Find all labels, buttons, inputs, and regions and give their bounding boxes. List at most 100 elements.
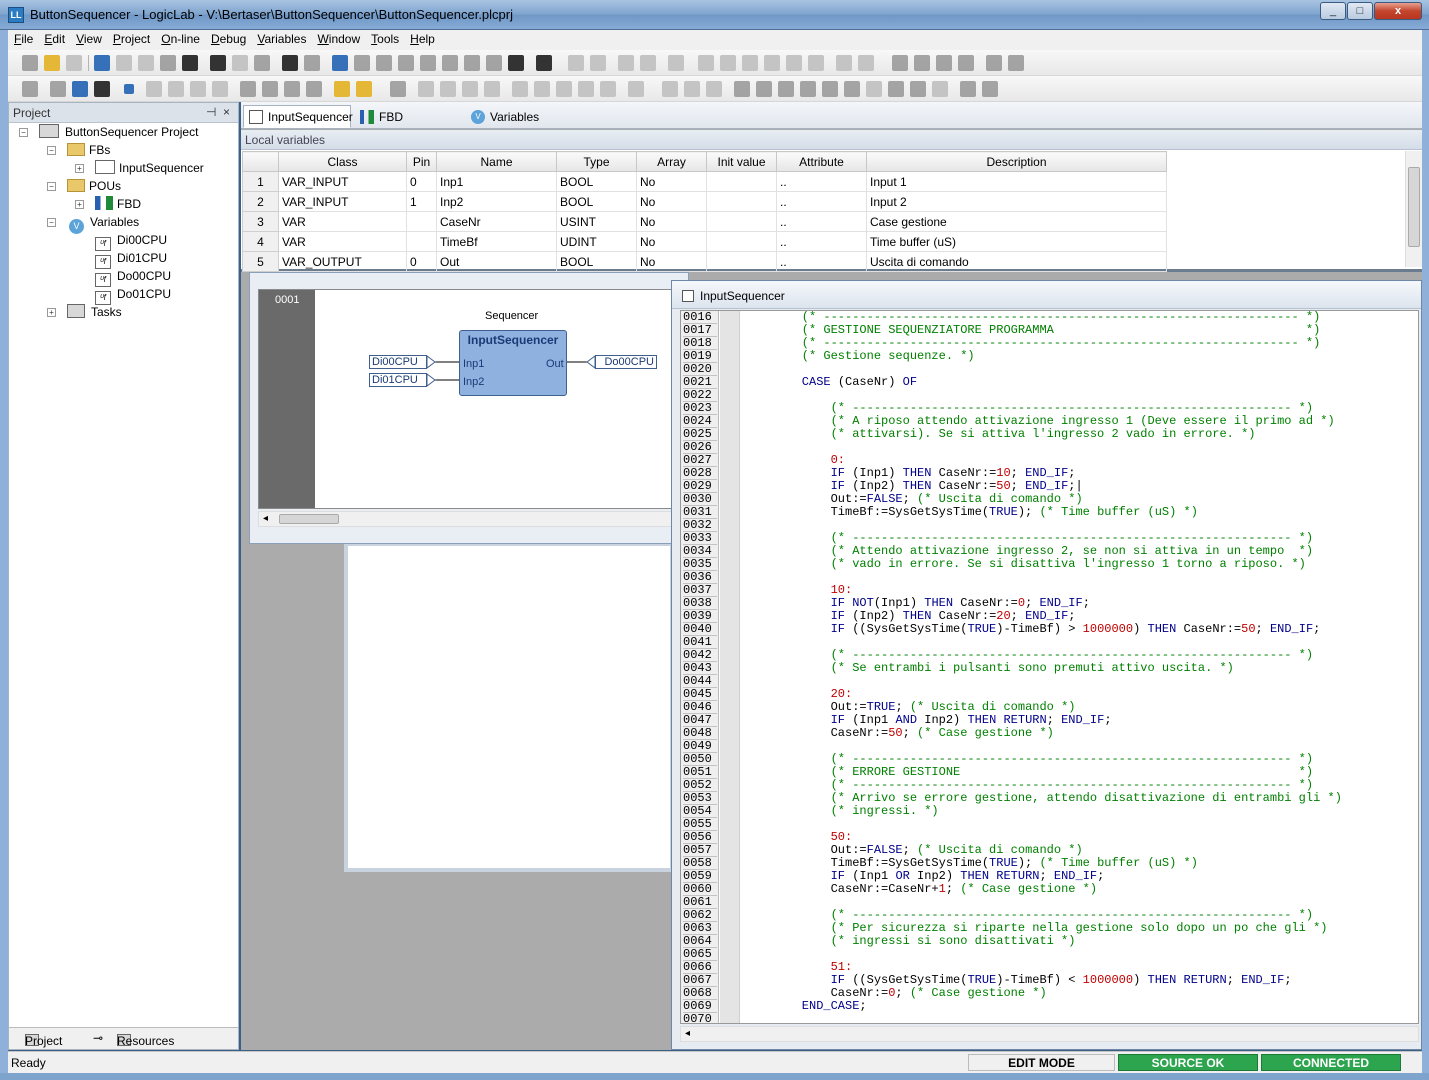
print-preview-icon[interactable] <box>304 55 320 71</box>
fbd-icon[interactable] <box>390 81 406 97</box>
tree-item-fbs[interactable]: FBs <box>67 141 110 159</box>
network-label-icon[interactable] <box>936 55 952 71</box>
cell-pin[interactable]: 0 <box>406 171 437 192</box>
download-icon[interactable] <box>94 81 110 97</box>
remove-object-icon[interactable] <box>356 81 372 97</box>
variables-scrollbar[interactable] <box>1405 151 1422 267</box>
cell-type[interactable]: BOOL <box>556 171 637 192</box>
tree-item-var[interactable]: ᵁf Do01CPU <box>95 285 171 305</box>
stop-icon[interactable] <box>124 84 134 94</box>
network-insert-icon[interactable] <box>892 55 908 71</box>
ld-return-icon[interactable] <box>858 55 874 71</box>
cell-array[interactable]: No <box>636 191 707 212</box>
replace-icon[interactable] <box>254 55 270 71</box>
undo-icon[interactable] <box>94 55 110 71</box>
ld-r-icon[interactable] <box>786 55 802 71</box>
breakpoint-icon[interactable] <box>240 81 256 97</box>
zoom-icon[interactable] <box>706 81 722 97</box>
expand-tasks-icon[interactable]: + <box>47 308 56 317</box>
cell-name[interactable]: Inp2 <box>436 191 557 212</box>
tree-item-pous[interactable]: POUs <box>67 177 121 195</box>
compile-icon[interactable] <box>22 81 38 97</box>
ld-jump-icon[interactable] <box>836 55 852 71</box>
menu-tools[interactable]: Tools <box>365 30 404 46</box>
tree-item-fbd[interactable]: FBD <box>95 195 141 213</box>
cell-desc[interactable]: Uscita di comando <box>866 251 1167 272</box>
scroll-left-icon[interactable]: ◂ <box>685 1028 690 1039</box>
cell-class[interactable]: VAR_OUTPUT <box>278 251 407 272</box>
ld-coil-icon[interactable] <box>668 55 684 71</box>
cell-pin[interactable]: 0 <box>406 251 437 272</box>
ld-negated-icon[interactable] <box>590 55 606 71</box>
enable-icon[interactable] <box>932 81 948 97</box>
grid-icon[interactable] <box>986 55 1002 71</box>
wire-icon[interactable] <box>684 81 700 97</box>
expand-variables-icon[interactable]: − <box>47 218 56 227</box>
scroll-left-icon[interactable]: ◂ <box>263 513 268 524</box>
breakpoint-gutter[interactable] <box>720 311 740 1023</box>
cut-icon[interactable] <box>138 55 154 71</box>
zoom-fit-icon[interactable] <box>1008 55 1024 71</box>
ld-series-icon[interactable] <box>640 55 656 71</box>
fbd-block-icon[interactable] <box>484 81 500 97</box>
cell-pin[interactable]: 1 <box>406 191 437 212</box>
menu-window[interactable]: Window <box>311 30 365 46</box>
info-icon[interactable] <box>508 55 524 71</box>
code-hscrollbar[interactable]: ◂ <box>680 1026 1419 1042</box>
cell-class[interactable]: VAR <box>278 211 407 232</box>
scrollbar-thumb[interactable] <box>279 514 339 524</box>
new-project-icon[interactable] <box>22 55 38 71</box>
tab-fbd[interactable]: FBD <box>354 105 466 128</box>
fbd-canvas[interactable]: 0001 Sequencer InputSequencer Inp1 Inp2 … <box>258 289 674 509</box>
close-button[interactable]: x <box>1374 2 1422 20</box>
cell-name[interactable]: Inp1 <box>436 171 557 192</box>
menu-file[interactable]: File <box>8 30 38 46</box>
tree-item-inputsequencer[interactable]: InputSequencer <box>95 159 204 177</box>
cell-attr[interactable]: .. <box>776 231 867 252</box>
connect-icon[interactable] <box>72 81 88 97</box>
cell-attr[interactable]: .. <box>776 211 867 232</box>
cell-class[interactable]: VAR <box>278 231 407 252</box>
print-icon[interactable] <box>282 55 298 71</box>
cell-init[interactable] <box>706 211 777 232</box>
pin-icon[interactable]: ⊣ <box>206 105 216 119</box>
menu-edit[interactable]: Edit <box>38 30 70 46</box>
row-number[interactable]: 4 <box>242 231 279 252</box>
tree-item-root[interactable]: ButtonSequencer Project <box>39 123 198 141</box>
cell-desc[interactable]: Input 2 <box>866 191 1167 212</box>
ld-positive-icon[interactable] <box>742 55 758 71</box>
edge-icon[interactable] <box>800 81 816 97</box>
cell-init[interactable] <box>706 231 777 252</box>
label-icon[interactable] <box>844 81 860 97</box>
trigger-icon[interactable] <box>284 81 300 97</box>
oscilloscope-icon[interactable] <box>398 55 414 71</box>
cell-pin[interactable] <box>406 211 437 232</box>
cell-init[interactable] <box>706 251 777 272</box>
cell-init[interactable] <box>706 171 777 192</box>
column-header[interactable]: Init value <box>706 151 777 172</box>
row-number[interactable]: 2 <box>242 191 279 212</box>
tree-item-var[interactable]: ᵁf Do00CPU <box>95 267 171 287</box>
cell-type[interactable]: USINT <box>556 211 637 232</box>
cell-desc[interactable]: Case gestione <box>866 211 1167 232</box>
cell-pin[interactable] <box>406 231 437 252</box>
cell-attr[interactable]: .. <box>776 251 867 272</box>
tree-item-tasks[interactable]: Tasks <box>67 303 122 321</box>
play-icon[interactable] <box>556 81 572 97</box>
scrollbar-thumb[interactable] <box>1408 167 1420 247</box>
menu-view[interactable]: View <box>70 30 107 46</box>
menu-project[interactable]: Project <box>107 30 155 46</box>
maximize-button[interactable]: □ <box>1347 2 1373 20</box>
cell-array[interactable]: No <box>636 211 707 232</box>
var-insert-icon[interactable] <box>756 81 772 97</box>
cell-array[interactable]: No <box>636 251 707 272</box>
expand-fbd-icon[interactable]: + <box>75 200 84 209</box>
fbd-arrow-icon[interactable] <box>418 81 434 97</box>
key-icon[interactable]: ⊸ <box>93 1031 103 1045</box>
debug-icon-4[interactable] <box>212 81 228 97</box>
cell-attr[interactable]: .. <box>776 191 867 212</box>
xref-icon[interactable] <box>442 55 458 71</box>
column-header[interactable]: Type <box>556 151 637 172</box>
tree-item-variables[interactable]: V Variables <box>69 213 139 234</box>
ld-s-icon[interactable] <box>808 55 824 71</box>
